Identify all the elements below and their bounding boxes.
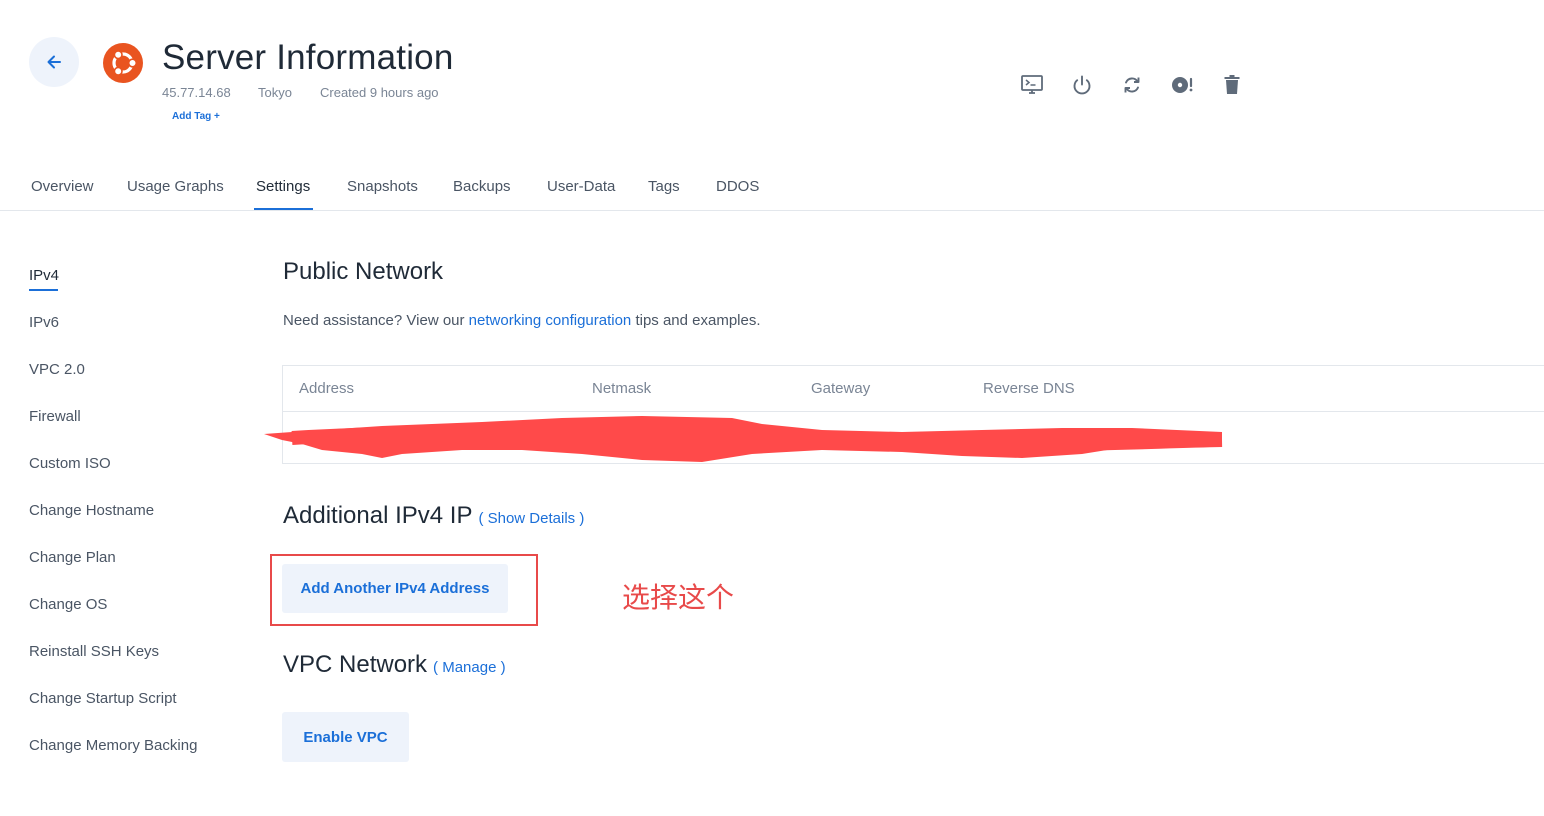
tab-backups[interactable]: Backups [453,178,511,195]
show-details-link[interactable]: ( Show Details ) [478,510,584,527]
server-location: Tokyo [258,85,292,100]
sidebar-item-change-os[interactable]: Change OS [29,596,107,613]
networking-configuration-link[interactable]: networking configuration [469,312,632,329]
ubuntu-icon [103,43,143,83]
sidebar-item-reinstall-ssh-keys[interactable]: Reinstall SSH Keys [29,643,159,660]
additional-ipv4-heading: Additional IPv4 IP ( Show Details ) [283,502,584,530]
column-netmask: Netmask [592,380,652,397]
add-ipv4-button[interactable]: Add Another IPv4 Address [282,564,508,613]
column-gateway: Gateway [811,380,871,397]
page-title: Server Information [162,38,454,77]
tab-settings[interactable]: Settings [256,178,310,195]
public-network-heading: Public Network [283,258,444,285]
sidebar-item-change-hostname[interactable]: Change Hostname [29,502,154,519]
active-tab-indicator [254,208,313,210]
server-ip: 45.77.14.68 [162,85,231,100]
table-header-row: Address Netmask Gateway Reverse DNS [283,366,1544,412]
assist-suffix: tips and examples. [631,312,761,329]
tab-bar: Overview Usage Graphs Settings Snapshots… [0,168,1544,211]
tab-user-data[interactable]: User-Data [547,178,615,195]
sidebar-item-ipv4[interactable]: IPv4 [29,267,59,284]
tab-ddos[interactable]: DDOS [716,178,759,195]
redaction-scribble [264,416,1223,462]
sidebar-item-vpc[interactable]: VPC 2.0 [29,361,85,378]
vpc-network-title: VPC Network [283,651,428,678]
add-tag-link[interactable]: Add Tag + [172,111,220,122]
sidebar-item-change-memory-backing[interactable]: Change Memory Backing [29,737,197,754]
annotation-text: 选择这个 [622,581,735,614]
restart-icon[interactable] [1120,73,1144,97]
assist-text: Need assistance? View our networking con… [283,312,761,329]
column-address: Address [299,380,355,397]
server-actions [1020,73,1244,97]
power-icon[interactable] [1070,73,1094,97]
tab-overview[interactable]: Overview [31,178,94,195]
trash-icon[interactable] [1220,73,1244,97]
vpc-network-heading: VPC Network ( Manage ) [283,651,506,679]
sidebar-item-custom-iso[interactable]: Custom ISO [29,455,111,472]
server-created: Created 9 hours ago [320,85,439,100]
sidebar-item-ipv6[interactable]: IPv6 [29,314,59,331]
arrow-left-icon [47,55,61,69]
tab-usage-graphs[interactable]: Usage Graphs [127,178,224,195]
sidebar-item-change-startup-script[interactable]: Change Startup Script [29,690,177,707]
additional-ipv4-title: Additional IPv4 IP [283,502,473,529]
tab-tags[interactable]: Tags [648,178,680,195]
sidebar-item-firewall[interactable]: Firewall [29,408,81,425]
column-reverse-dns: Reverse DNS [983,380,1075,397]
assist-prefix: Need assistance? View our [283,312,469,329]
enable-vpc-button[interactable]: Enable VPC [282,712,409,762]
sidebar-item-change-plan[interactable]: Change Plan [29,549,116,566]
iso-icon[interactable] [1170,73,1194,97]
console-icon[interactable] [1020,73,1044,97]
manage-vpc-link[interactable]: ( Manage ) [433,659,506,676]
tab-snapshots[interactable]: Snapshots [347,178,418,195]
back-button[interactable] [29,37,79,87]
sidebar-active-indicator [29,289,58,291]
